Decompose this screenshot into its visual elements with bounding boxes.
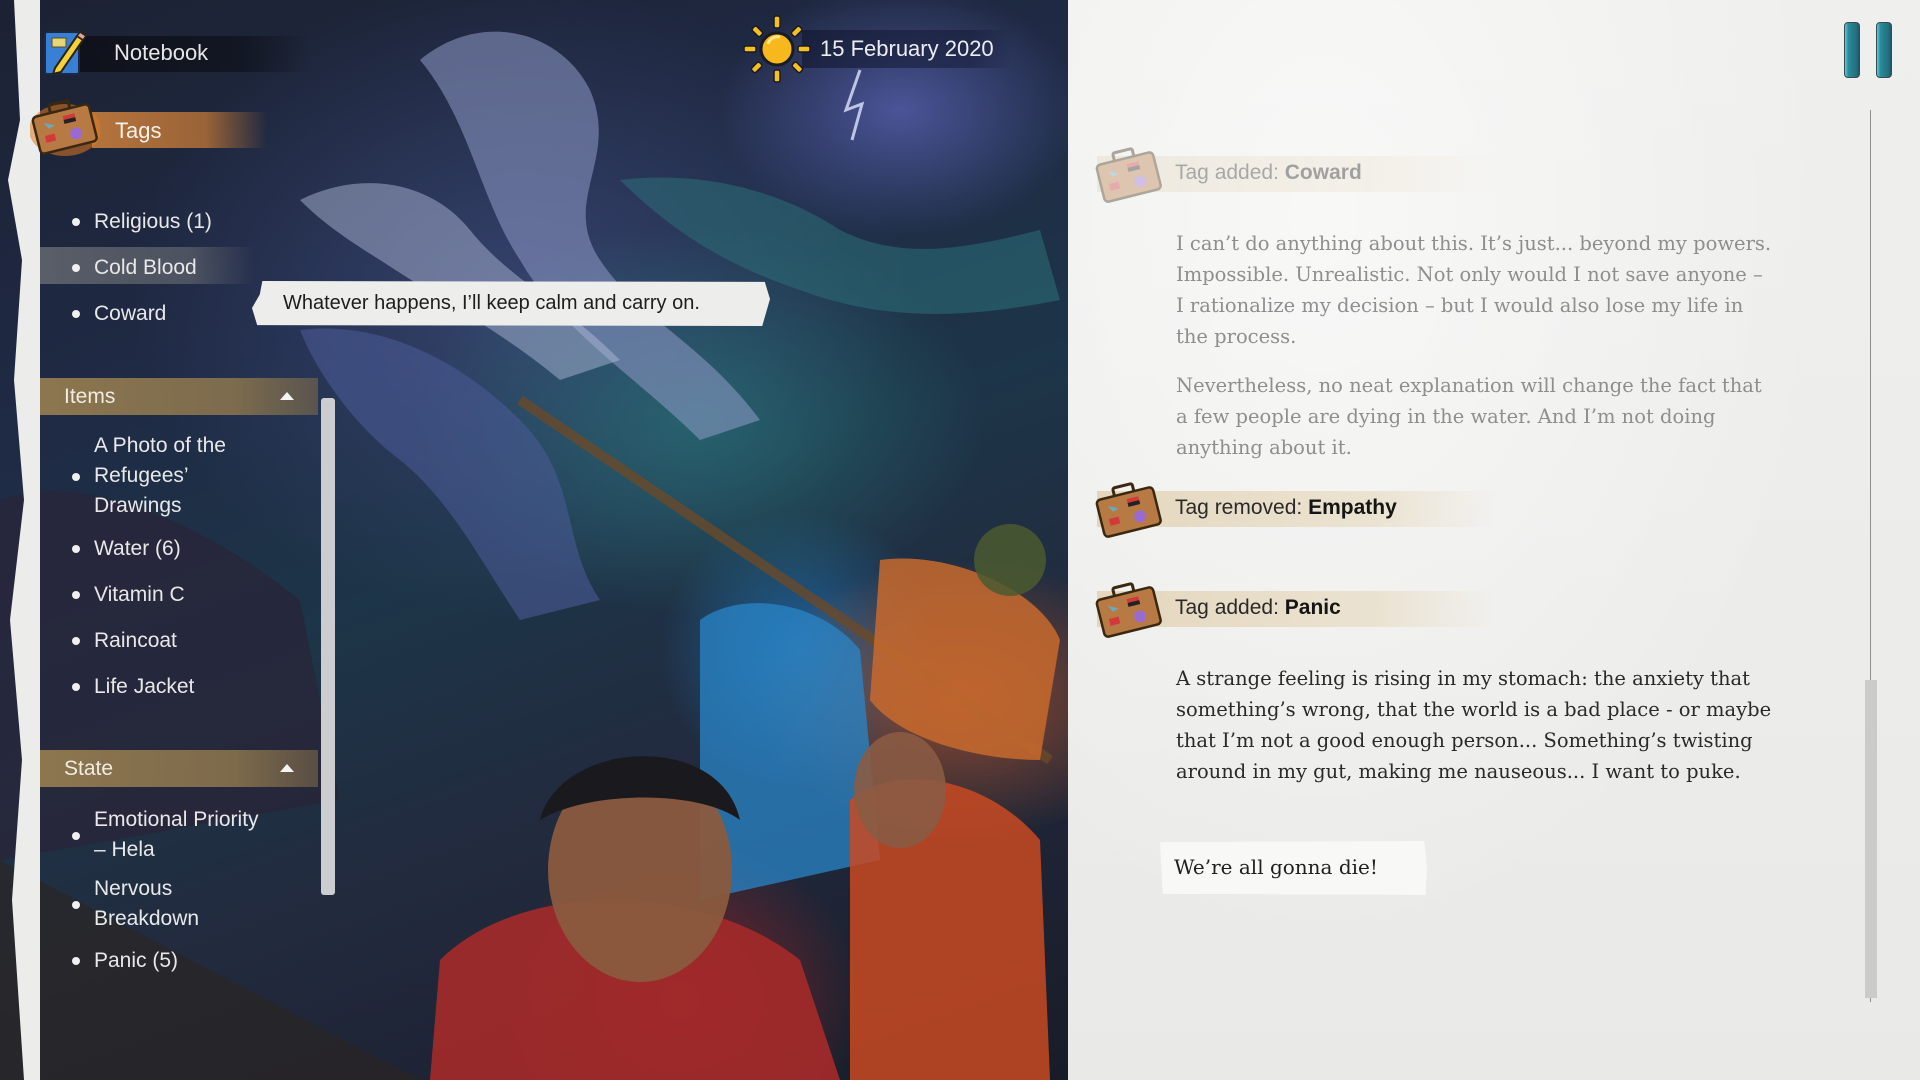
tag-label: Cold Blood [94,256,197,279]
tag-tooltip: Whatever happens, I’ll keep calm and car… [252,281,770,326]
item-label-line: A Photo of the [94,434,226,457]
entry-prefix: Tag removed: [1175,496,1309,519]
bullet [72,218,80,226]
entry-tag: Coward [1284,161,1362,184]
tags-tab[interactable]: Tags [30,96,290,158]
bullet [72,957,80,965]
date-text: 15 February 2020 [820,36,994,61]
state-label-line: – Hela [94,838,155,861]
state-label-line: Breakdown [94,907,200,930]
bullet [72,591,80,599]
entry-text: Tag removed: Empathy [1175,496,1397,520]
dialogue-text: We’re all gonna die! [1174,855,1378,879]
journal-paragraph: A strange feeling is rising in my stomac… [1176,667,1772,783]
dialogue-option[interactable]: We’re all gonna die! [1160,841,1427,895]
torn-edge [8,0,40,1080]
notebook-pencil-icon [44,30,87,76]
journal-entry-tag-added-panic: Tag added: Panic [1092,575,1512,645]
state-label-line: Nervous [94,877,173,900]
items-section-header[interactable]: Items [40,378,318,415]
bullet [72,683,80,691]
suitcase-icon [1095,147,1162,203]
bullet [72,832,80,840]
bullet [72,637,80,645]
tag-label: Religious (1) [94,210,212,233]
notebook-tab[interactable]: Notebook [40,26,310,78]
entry-prefix: Tag added: [1175,161,1285,184]
state-label-line: Emotional Priority [94,808,259,831]
state-section-header[interactable]: State [40,750,318,787]
date-display: 15 February 2020 [742,14,1022,84]
bullet [72,545,80,553]
item-label: Vitamin C [94,583,185,606]
bullet [72,473,80,481]
state-label: Panic (5) [94,949,179,972]
entry-tag: Empathy [1308,496,1397,519]
items-header-label: Items [64,385,116,408]
sun-icon [743,15,811,83]
item-label: Water (6) [94,537,181,560]
journal-entry-tag-removed-empathy: Tag removed: Empathy [1092,475,1512,545]
item-label-line: Refugees’ [94,464,189,487]
tag-label: Coward [94,302,167,325]
triangle-up-icon[interactable] [280,764,294,772]
bullet [72,264,80,272]
journal-paragraph: I can’t do anything about this. It’s jus… [1176,232,1772,348]
entry-tag: Panic [1284,596,1341,619]
entry-prefix: Tag added: [1175,596,1285,619]
suitcase-icon [1095,582,1162,638]
pause-icon [1876,22,1892,78]
pause-icon [1844,22,1860,78]
journal-scrollbar-thumb[interactable] [1865,680,1877,998]
suitcase-icon [30,99,100,156]
entry-text: Tag added: Coward [1175,161,1362,185]
pause-button[interactable] [1842,20,1896,80]
bullet [72,901,80,909]
tags-label: Tags [115,118,162,143]
entry-text: Tag added: Panic [1175,596,1341,620]
bullet [72,310,80,318]
journal-paragraph: Nevertheless, no neat explanation will c… [1176,374,1762,459]
item-label-line: Drawings [94,494,182,517]
item-label: Raincoat [94,629,177,652]
state-header-label: State [64,757,114,780]
notebook-label: Notebook [114,40,209,65]
journal-entry-tag-added-coward: Tag added: Coward [1092,140,1512,210]
item-label: Life Jacket [94,675,195,698]
triangle-up-icon[interactable] [280,392,294,400]
sidebar-scrollbar[interactable] [321,398,335,895]
suitcase-icon [1095,482,1162,538]
tooltip-text: Whatever happens, I’ll keep calm and car… [283,292,700,314]
